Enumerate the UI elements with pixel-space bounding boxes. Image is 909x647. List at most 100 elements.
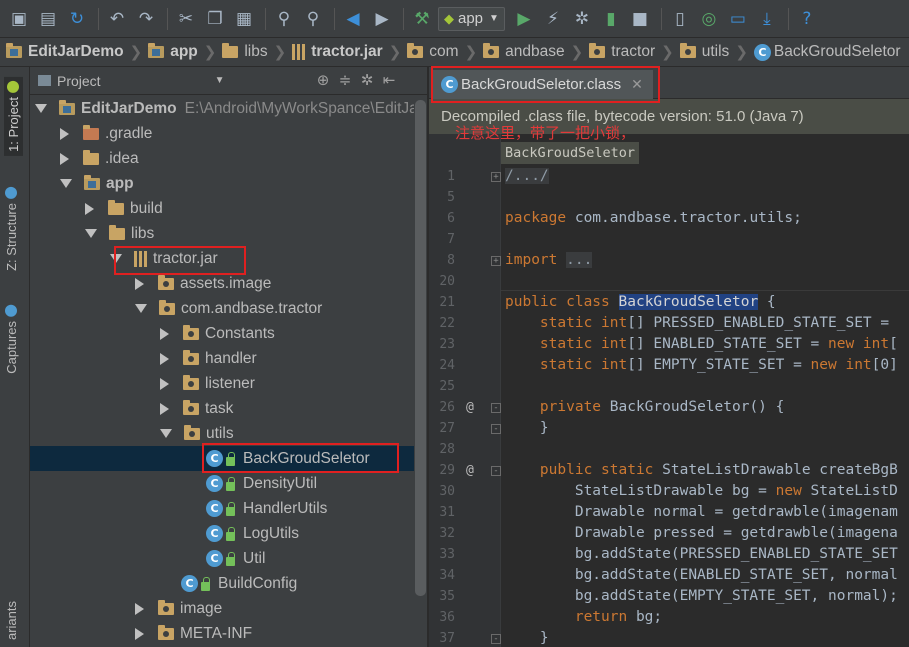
- scrollbar-thumb[interactable]: [415, 100, 426, 596]
- tree-item-build[interactable]: build: [30, 196, 414, 221]
- avd-icon[interactable]: ▯: [667, 6, 693, 32]
- fold-marker-icon[interactable]: -: [491, 466, 501, 476]
- collapsed-arrow-icon[interactable]: [160, 377, 169, 390]
- copy-icon[interactable]: ❐: [202, 6, 228, 32]
- tree-item-util[interactable]: C Util: [30, 546, 414, 571]
- collapsed-arrow-icon[interactable]: [135, 602, 144, 615]
- forward-icon[interactable]: ▶: [369, 6, 395, 32]
- collapsed-arrow-icon[interactable]: [160, 352, 169, 365]
- tab-backgroudseletor-class[interactable]: C BackGroudSeletor.class ✕: [433, 70, 653, 99]
- tree-item-logutils[interactable]: C LogUtils: [30, 521, 414, 546]
- paste-icon[interactable]: ▦: [231, 6, 257, 32]
- tree-item-label: HandlerUtils: [243, 499, 328, 517]
- tree-item-idea[interactable]: .idea: [30, 146, 414, 171]
- line-number: 20: [439, 274, 455, 289]
- run-icon[interactable]: ▶: [511, 6, 537, 32]
- tab-structure[interactable]: Z: Structure: [4, 187, 19, 271]
- code-token: static int: [505, 336, 628, 352]
- breadcrumb-item-app[interactable]: app: [148, 43, 198, 61]
- project-structure-icon[interactable]: ▭: [725, 6, 751, 32]
- sync-icon[interactable]: ↻: [64, 6, 90, 32]
- expanded-arrow-icon[interactable]: [35, 104, 47, 113]
- tree-item-handlerutils[interactable]: C HandlerUtils: [30, 496, 414, 521]
- find-icon[interactable]: ⚲: [271, 6, 297, 32]
- save-icon[interactable]: ▤: [35, 6, 61, 32]
- expanded-arrow-icon[interactable]: [135, 304, 147, 313]
- fold-marker-icon[interactable]: -: [491, 403, 501, 413]
- tree-item-image[interactable]: image: [30, 596, 414, 621]
- collapsed-arrow-icon[interactable]: [160, 402, 169, 415]
- close-icon[interactable]: ✕: [631, 77, 643, 93]
- override-marker-icon[interactable]: @: [466, 463, 474, 478]
- code-editor[interactable]: 1 +5 6 7 8 +20 21 22 23 24 25 26 @ - 27 - 28 29 @ - 30 31 32 33…: [429, 134, 909, 647]
- expanded-arrow-icon[interactable]: [60, 179, 72, 188]
- project-tree-scrollbar[interactable]: [414, 96, 427, 647]
- breadcrumb-item-libs[interactable]: libs: [222, 43, 268, 61]
- tree-item-utils[interactable]: utils: [30, 421, 414, 446]
- tree-item-assets-image[interactable]: assets.image: [30, 271, 414, 296]
- fold-marker-icon[interactable]: -: [491, 634, 501, 644]
- override-marker-icon[interactable]: @: [466, 400, 474, 415]
- attach-icon[interactable]: ✲: [569, 6, 595, 32]
- help-icon[interactable]: ?: [794, 6, 820, 32]
- undo-icon[interactable]: ↶: [104, 6, 130, 32]
- tree-item-buildconfig[interactable]: C BuildConfig: [30, 571, 414, 596]
- sdk-manager-icon[interactable]: ⤓: [754, 6, 780, 32]
- fold-marker-icon[interactable]: -: [491, 424, 501, 434]
- tree-item-handler[interactable]: handler: [30, 346, 414, 371]
- collapsed-arrow-icon[interactable]: [60, 152, 69, 165]
- breadcrumb-item-tractor-jar[interactable]: tractor.jar: [292, 43, 383, 61]
- package-icon: [589, 43, 606, 58]
- tree-item-meta-inf[interactable]: META-INF: [30, 621, 414, 646]
- tree-item-editjardemo[interactable]: EditJarDemo E:\Android\MyWorkSpance\EditJ…: [30, 96, 414, 121]
- breadcrumb-item-backgroudseletor[interactable]: C BackGroudSeletor: [753, 43, 901, 61]
- collapsed-arrow-icon[interactable]: [160, 327, 169, 340]
- stop-icon[interactable]: ■: [627, 6, 653, 32]
- breadcrumb-label: EditJarDemo: [28, 43, 124, 60]
- project-view-selector[interactable]: Project: [38, 73, 101, 89]
- collapsed-arrow-icon[interactable]: [135, 277, 144, 290]
- fold-marker-icon[interactable]: +: [491, 256, 501, 266]
- tree-item-gradle[interactable]: .gradle: [30, 121, 414, 146]
- collapse-all-icon[interactable]: ≑: [334, 71, 356, 89]
- tree-item-densityutil[interactable]: C DensityUtil: [30, 471, 414, 496]
- collapsed-arrow-icon[interactable]: [135, 627, 144, 640]
- breadcrumb-item-tractor[interactable]: tractor: [589, 43, 655, 61]
- tab-project[interactable]: 1: Project: [4, 77, 23, 156]
- tree-item-com-andbase-tractor[interactable]: com.andbase.tractor: [30, 296, 414, 321]
- fold-marker-icon[interactable]: +: [491, 172, 501, 182]
- hide-panel-icon[interactable]: ⇤: [378, 71, 400, 89]
- scroll-from-source-icon[interactable]: ⊕: [312, 71, 334, 89]
- breadcrumb-item-editjardemo[interactable]: EditJarDemo: [6, 43, 124, 61]
- cut-icon[interactable]: ✂: [173, 6, 199, 32]
- replace-icon[interactable]: ⚲: [300, 6, 326, 32]
- expanded-arrow-icon[interactable]: [85, 229, 97, 238]
- chevron-down-icon[interactable]: ▼: [215, 75, 225, 86]
- build-icon[interactable]: ⚒: [409, 6, 435, 32]
- tree-item-tractor-jar[interactable]: tractor.jar: [30, 246, 414, 271]
- gear-icon[interactable]: ✲: [356, 71, 378, 89]
- open-icon[interactable]: ▣: [6, 6, 32, 32]
- gradle-sync-icon[interactable]: ◎: [696, 6, 722, 32]
- breadcrumb-item-andbase[interactable]: andbase: [483, 43, 565, 61]
- breadcrumb-item-utils[interactable]: utils: [679, 43, 729, 61]
- tree-item-backgroudseletor[interactable]: C BackGroudSeletor: [30, 446, 414, 471]
- coverage-icon[interactable]: ▮: [598, 6, 624, 32]
- back-icon[interactable]: ◀: [340, 6, 366, 32]
- expanded-arrow-icon[interactable]: [160, 429, 172, 438]
- tree-item-listener[interactable]: listener: [30, 371, 414, 396]
- run-config-combo[interactable]: ◆ app ▼: [438, 6, 505, 31]
- tree-item-task[interactable]: task: [30, 396, 414, 421]
- tree-item-app[interactable]: app: [30, 171, 414, 196]
- collapsed-arrow-icon[interactable]: [60, 127, 69, 140]
- breadcrumb-item-com[interactable]: com: [407, 43, 459, 61]
- collapsed-arrow-icon[interactable]: [85, 202, 94, 215]
- redo-icon[interactable]: ↷: [133, 6, 159, 32]
- tab-captures[interactable]: Captures: [4, 305, 19, 374]
- debug-icon[interactable]: ⚡: [540, 6, 566, 32]
- tree-item-constants[interactable]: Constants: [30, 321, 414, 346]
- tab-build-variants[interactable]: ariants: [4, 601, 19, 640]
- expanded-arrow-icon[interactable]: [110, 254, 122, 263]
- tree-item-libs[interactable]: libs: [30, 221, 414, 246]
